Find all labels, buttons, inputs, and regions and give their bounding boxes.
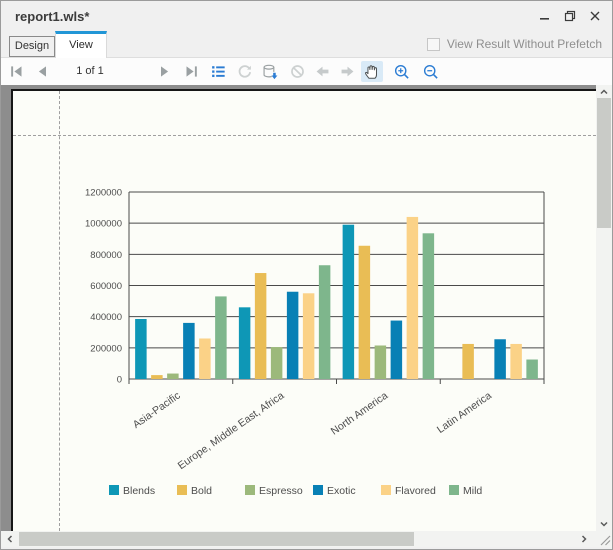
back-button[interactable] (311, 61, 333, 82)
svg-text:600000: 600000 (90, 281, 122, 292)
back-arrow-icon (314, 63, 331, 80)
svg-text:1200000: 1200000 (85, 188, 122, 199)
svg-text:Bold: Bold (191, 485, 212, 497)
vertical-scroll-thumb[interactable] (597, 98, 611, 228)
export-data-icon (261, 63, 279, 81)
close-icon (589, 10, 601, 22)
cancel-icon (289, 63, 306, 80)
report-preview-canvas: 0 200000 400000 600000 800000 1000000 1200000 A… (1, 85, 596, 531)
report-chart: 0 200000 400000 600000 800000 1000000 1200000 A… (13, 91, 596, 531)
svg-text:800000: 800000 (90, 250, 122, 261)
svg-text:Europe, Middle East, Africa: Europe, Middle East, Africa (176, 390, 287, 473)
zoom-out-icon (422, 63, 440, 81)
svg-text:Latin America: Latin America (435, 390, 494, 436)
svg-text:Blends: Blends (123, 485, 155, 497)
minimize-button[interactable] (538, 9, 552, 23)
chevron-up-icon (599, 87, 609, 97)
tab-design[interactable]: Design (9, 36, 55, 57)
svg-text:400000: 400000 (90, 312, 122, 323)
horizontal-scrollbar[interactable] (1, 531, 596, 547)
svg-text:Mild: Mild (463, 485, 482, 497)
svg-text:200000: 200000 (90, 343, 122, 354)
chevron-down-icon (599, 519, 609, 529)
minimize-icon (539, 10, 551, 22)
pan-tool-button[interactable] (361, 61, 383, 82)
last-page-icon (183, 63, 200, 80)
restore-icon (564, 10, 576, 22)
scroll-up-button[interactable] (597, 85, 611, 99)
chevron-right-icon (579, 534, 589, 544)
refresh-button[interactable] (233, 61, 255, 82)
vertical-scrollbar[interactable] (596, 85, 612, 531)
bar-chart: 0 200000 400000 600000 800000 1000000 1200000 A… (13, 91, 596, 531)
svg-text:Flavored: Flavored (395, 485, 436, 497)
zoom-out-button[interactable] (420, 61, 442, 82)
refresh-icon (236, 63, 253, 80)
svg-text:North America: North America (329, 390, 391, 438)
svg-text:Exotic: Exotic (327, 485, 356, 497)
table-of-contents-icon (210, 63, 227, 80)
pan-hand-icon (363, 63, 381, 81)
report-window: report1.wls* Design View View Result Wit… (0, 0, 613, 550)
tab-strip: Design View View Result Without Prefetch (1, 31, 612, 58)
prefetch-checkbox-label: View Result Without Prefetch (447, 37, 602, 51)
last-page-button[interactable] (180, 61, 202, 82)
svg-text:Espresso: Espresso (259, 485, 303, 497)
report-page[interactable]: 0 200000 400000 600000 800000 1000000 1200000 A… (11, 89, 596, 531)
svg-text:Asia-Pacific: Asia-Pacific (131, 390, 183, 431)
preview-toolbar: 1 of 1 (1, 58, 612, 85)
page-indicator: 1 of 1 (61, 65, 119, 77)
zoom-in-icon (393, 63, 411, 81)
svg-text:1000000: 1000000 (85, 219, 122, 230)
next-page-icon (156, 63, 173, 80)
title-bar: report1.wls* (1, 1, 612, 31)
cancel-button[interactable] (286, 61, 308, 82)
window-title: report1.wls* (15, 9, 89, 24)
previous-page-button[interactable] (31, 61, 53, 82)
forward-arrow-icon (339, 63, 356, 80)
next-page-button[interactable] (153, 61, 175, 82)
chevron-left-icon (5, 534, 15, 544)
forward-button[interactable] (336, 61, 358, 82)
previous-page-icon (34, 63, 51, 80)
first-page-icon (8, 63, 25, 80)
toc-button[interactable] (207, 61, 229, 82)
svg-text:0: 0 (117, 375, 122, 386)
restore-button[interactable] (563, 9, 577, 23)
horizontal-scroll-thumb[interactable] (19, 532, 414, 546)
scroll-right-button[interactable] (577, 532, 591, 546)
prefetch-checkbox[interactable] (427, 38, 440, 51)
zoom-in-button[interactable] (391, 61, 413, 82)
resize-grip[interactable] (596, 531, 612, 547)
close-button[interactable] (588, 9, 602, 23)
scroll-left-button[interactable] (3, 532, 17, 546)
scroll-down-button[interactable] (597, 517, 611, 531)
tab-view[interactable]: View (55, 31, 107, 58)
export-data-button[interactable] (259, 61, 281, 82)
resize-grip-icon (598, 533, 612, 547)
first-page-button[interactable] (5, 61, 27, 82)
